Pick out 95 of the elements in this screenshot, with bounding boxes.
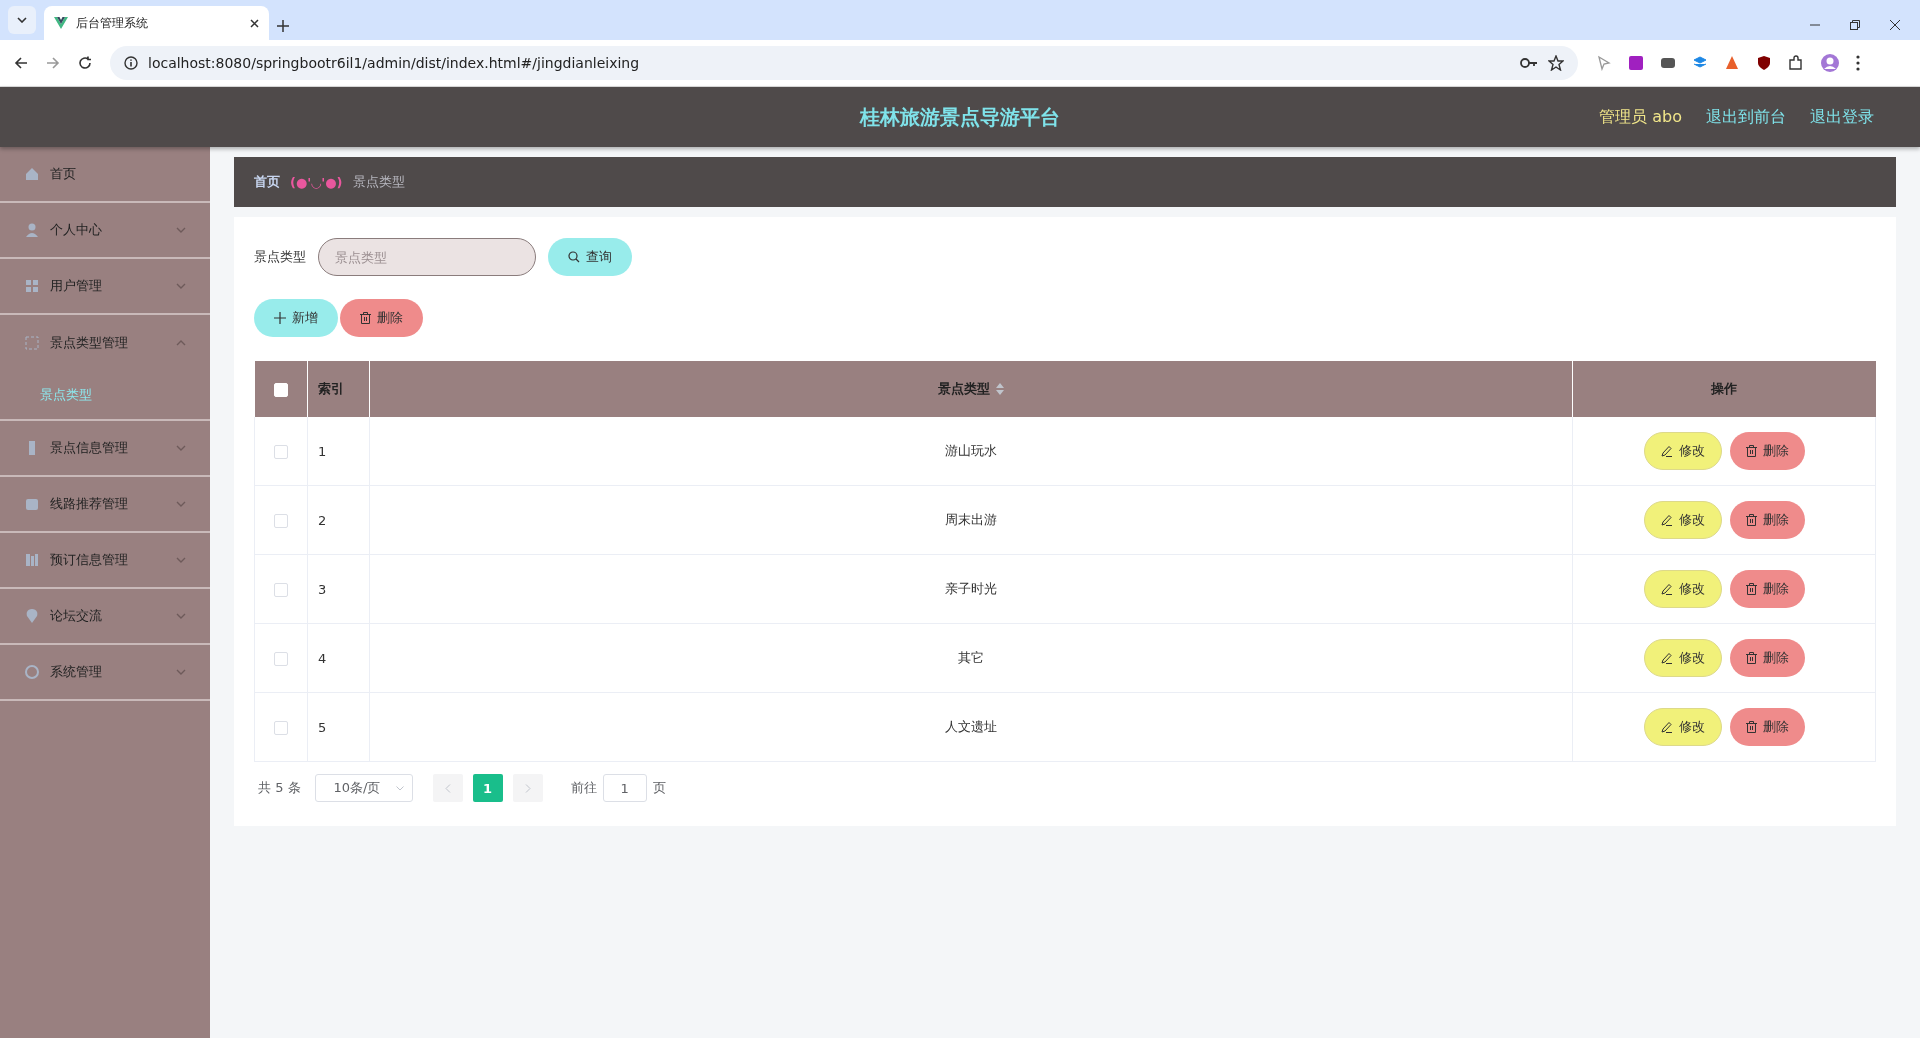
delete-button[interactable]: 删除 xyxy=(1729,570,1805,608)
menu-item-icon xyxy=(24,166,40,182)
chevron-right-icon xyxy=(524,783,531,793)
reload-icon[interactable] xyxy=(78,56,92,70)
table-cell: 游山玩水 xyxy=(945,443,997,458)
delete-button[interactable]: 删除 xyxy=(1729,432,1805,470)
new-tab-icon[interactable] xyxy=(277,20,289,32)
pencil-icon xyxy=(1660,445,1673,457)
menu-item-icon xyxy=(24,278,40,294)
search-icon xyxy=(568,251,580,263)
breadcrumb-link[interactable]: 首页 xyxy=(254,173,280,191)
edit-button[interactable]: 修改 xyxy=(1643,432,1722,470)
edit-button[interactable]: 修改 xyxy=(1643,708,1722,746)
trash-icon xyxy=(1745,445,1757,457)
restore-icon[interactable] xyxy=(1850,20,1860,30)
extension-icon[interactable] xyxy=(1628,55,1644,71)
back-icon[interactable] xyxy=(14,56,28,70)
trash-icon xyxy=(1745,514,1757,526)
row-checkbox[interactable] xyxy=(274,720,288,735)
header-link[interactable]: 退出到前台 xyxy=(1706,106,1786,128)
select-all-checkbox[interactable] xyxy=(273,382,288,397)
row-checkbox[interactable] xyxy=(274,582,288,597)
browser-tab[interactable]: 后台管理系统 xyxy=(44,6,269,40)
menu-item-icon xyxy=(24,335,40,351)
edit-button[interactable]: 修改 xyxy=(1643,570,1722,608)
table-cell: 其它 xyxy=(958,650,984,665)
table-cell: 3 xyxy=(318,581,327,597)
table-cell: 2 xyxy=(318,512,327,528)
menu-item-icon xyxy=(24,222,40,238)
search-button[interactable]: 查询 xyxy=(548,238,632,276)
row-checkbox[interactable] xyxy=(274,444,288,459)
menu-item-icon xyxy=(24,664,40,680)
table-cell: 周末出游 xyxy=(945,512,997,527)
site-title: 桂林旅游景点导游平台 xyxy=(860,104,1060,129)
pencil-icon xyxy=(1660,583,1673,595)
extension-icon[interactable] xyxy=(1724,55,1740,71)
delete-button[interactable]: 删除 xyxy=(1729,501,1805,539)
table-cell: 4 xyxy=(318,650,327,666)
search-label: 景点类型 xyxy=(254,248,306,266)
row-checkbox[interactable] xyxy=(274,513,288,528)
pencil-icon xyxy=(1660,652,1673,664)
trash-icon xyxy=(360,312,371,324)
sort-icon[interactable] xyxy=(996,383,1004,395)
table-cell: 1 xyxy=(318,443,327,459)
menu-item-icon xyxy=(24,552,40,568)
edit-button[interactable]: 修改 xyxy=(1643,639,1722,677)
pencil-icon xyxy=(1660,721,1673,733)
tab-list-button[interactable] xyxy=(8,6,36,34)
header-link[interactable]: 退出登录 xyxy=(1810,106,1874,128)
star-icon[interactable] xyxy=(1548,55,1564,71)
vue-logo-icon xyxy=(54,17,68,29)
column-header[interactable]: 景点类型 xyxy=(938,380,990,398)
search-field[interactable]: 景点类型 xyxy=(318,238,536,276)
total-count: 共 5 条 xyxy=(258,779,301,797)
pencil-icon xyxy=(1660,514,1673,526)
close-icon[interactable] xyxy=(1890,20,1900,30)
delete-button[interactable]: 删除 xyxy=(1729,639,1805,677)
row-checkbox[interactable] xyxy=(274,651,288,666)
address-bar[interactable]: localhost:8080/springbootr6il1/admin/dist/index.html#/jingdianleixing xyxy=(110,46,1578,80)
caret-icon xyxy=(395,785,404,791)
breadcrumb-separator: (●'◡'●) xyxy=(290,174,343,190)
delete-button[interactable]: 删除 xyxy=(340,299,423,337)
shield-icon[interactable] xyxy=(1756,55,1772,71)
add-button[interactable]: 新增 xyxy=(254,299,338,337)
tab-title: 后台管理系统 xyxy=(76,14,149,32)
info-icon xyxy=(124,56,138,70)
menu-item-icon xyxy=(24,608,40,624)
goto-label: 前往 xyxy=(570,779,597,797)
close-icon[interactable] xyxy=(250,18,259,28)
trash-icon xyxy=(1745,652,1757,664)
trash-icon xyxy=(1745,721,1757,733)
puzzle-icon[interactable] xyxy=(1788,55,1804,71)
column-header: 操作 xyxy=(1711,381,1738,396)
breadcrumb-current: 景点类型 xyxy=(352,173,405,191)
page-suffix: 页 xyxy=(652,779,666,797)
profile-avatar-icon[interactable] xyxy=(1820,53,1840,73)
user-name: 管理员 abo xyxy=(1599,106,1682,128)
plus-icon xyxy=(274,312,286,324)
chevron-down-icon xyxy=(17,17,27,23)
delete-button[interactable]: 删除 xyxy=(1729,708,1805,746)
page-number-field[interactable]: 1 xyxy=(602,774,647,802)
page-size-select[interactable]: 10条/页 xyxy=(314,774,413,802)
forward-icon[interactable] xyxy=(46,56,60,70)
table-cell: 人文遗址 xyxy=(945,719,997,734)
chevron-left-icon xyxy=(444,783,451,793)
edit-button[interactable]: 修改 xyxy=(1643,501,1722,539)
trash-icon xyxy=(1745,583,1757,595)
key-icon[interactable] xyxy=(1520,57,1538,69)
menu-icon[interactable] xyxy=(1856,55,1860,71)
menu-item-icon xyxy=(24,496,40,512)
table-cell: 亲子时光 xyxy=(945,581,997,596)
extension-icon[interactable] xyxy=(1660,55,1676,71)
table-cell: 5 xyxy=(318,719,327,735)
sidebar-item[interactable]: 景点类型管理 xyxy=(0,315,210,371)
column-header: 索引 xyxy=(318,381,344,396)
